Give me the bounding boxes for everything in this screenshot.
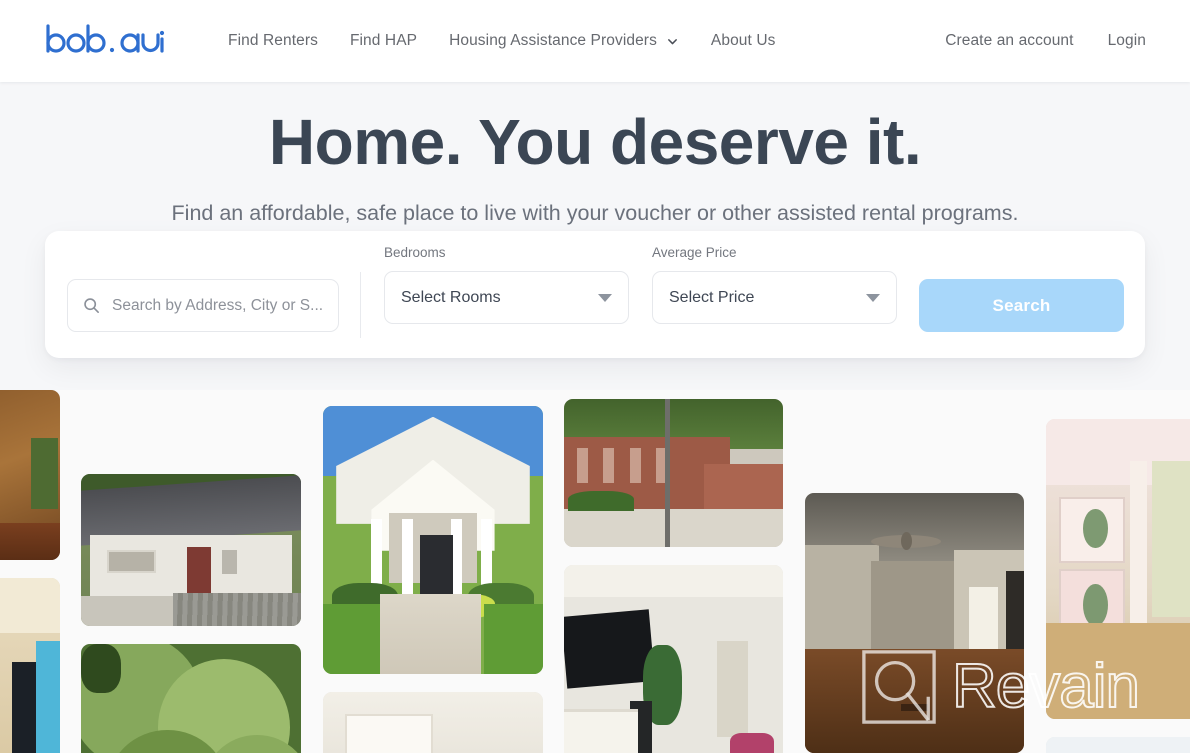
- photo-empty-room-wood-floor[interactable]: [805, 493, 1024, 753]
- search-input[interactable]: [112, 296, 324, 315]
- nav-item-find-hap[interactable]: Find HAP: [350, 26, 417, 56]
- search-panel: Bedrooms Select Rooms Average Price Sele…: [45, 231, 1145, 358]
- chevron-down-icon: [667, 38, 677, 44]
- login-link[interactable]: Login: [1108, 26, 1146, 56]
- gallery-column: [323, 406, 543, 753]
- photo-interior-brown-wall[interactable]: [0, 390, 60, 560]
- photo-gallery: Revain: [0, 390, 1190, 753]
- price-select[interactable]: Select Price: [652, 271, 897, 324]
- nav-item-housing-assistance-providers[interactable]: Housing Assistance Providers: [449, 26, 679, 56]
- account-navigation: Create an account Login: [945, 26, 1146, 56]
- photo-white-house-exterior[interactable]: [81, 474, 301, 626]
- gallery-column: [0, 390, 60, 753]
- gallery-column: [81, 474, 301, 753]
- page-title: Home. You deserve it.: [268, 106, 922, 178]
- gallery-column: [1046, 419, 1190, 753]
- gallery-column: [564, 399, 783, 753]
- photo-tree-canopy[interactable]: [81, 644, 301, 753]
- caret-down-icon: [598, 293, 612, 302]
- price-label: Average Price: [652, 245, 737, 260]
- search-icon: [84, 298, 99, 313]
- photo-bathroom-tub[interactable]: [1046, 737, 1190, 753]
- search-input-wrapper[interactable]: [67, 279, 339, 332]
- gallery-column: [805, 493, 1024, 753]
- nav-item-housing-assistance-providers-label: Housing Assistance Providers: [449, 32, 657, 49]
- create-account-link[interactable]: Create an account: [945, 26, 1073, 56]
- caret-down-icon: [866, 293, 880, 302]
- site-header: Find Renters Find HAP Housing Assistance…: [0, 0, 1190, 82]
- bedrooms-select-value: Select Rooms: [401, 288, 501, 306]
- bob-ai-logo[interactable]: [42, 20, 170, 62]
- photo-brick-apartment-building[interactable]: [564, 399, 783, 547]
- hero-subtitle: Find an affordable, safe place to live w…: [171, 201, 1019, 225]
- photo-ceiling-fan-room[interactable]: [323, 692, 543, 753]
- price-field: Average Price Select Price: [652, 245, 897, 324]
- photo-laundry-room-pink[interactable]: [1046, 419, 1190, 719]
- bedrooms-field: Bedrooms Select Rooms: [384, 245, 629, 324]
- bedrooms-label: Bedrooms: [384, 245, 446, 260]
- nav-item-about-us[interactable]: About Us: [711, 26, 776, 56]
- photo-kitchen-cream[interactable]: [0, 578, 60, 753]
- photo-living-room-tv[interactable]: [564, 565, 783, 753]
- price-select-value: Select Price: [669, 288, 755, 306]
- nav-item-find-renters[interactable]: Find Renters: [228, 26, 318, 56]
- primary-navigation: Find Renters Find HAP Housing Assistance…: [228, 26, 807, 56]
- bedrooms-select[interactable]: Select Rooms: [384, 271, 629, 324]
- search-button[interactable]: Search: [919, 279, 1124, 332]
- search-divider: [360, 272, 361, 338]
- photo-church-entrance[interactable]: [323, 406, 543, 674]
